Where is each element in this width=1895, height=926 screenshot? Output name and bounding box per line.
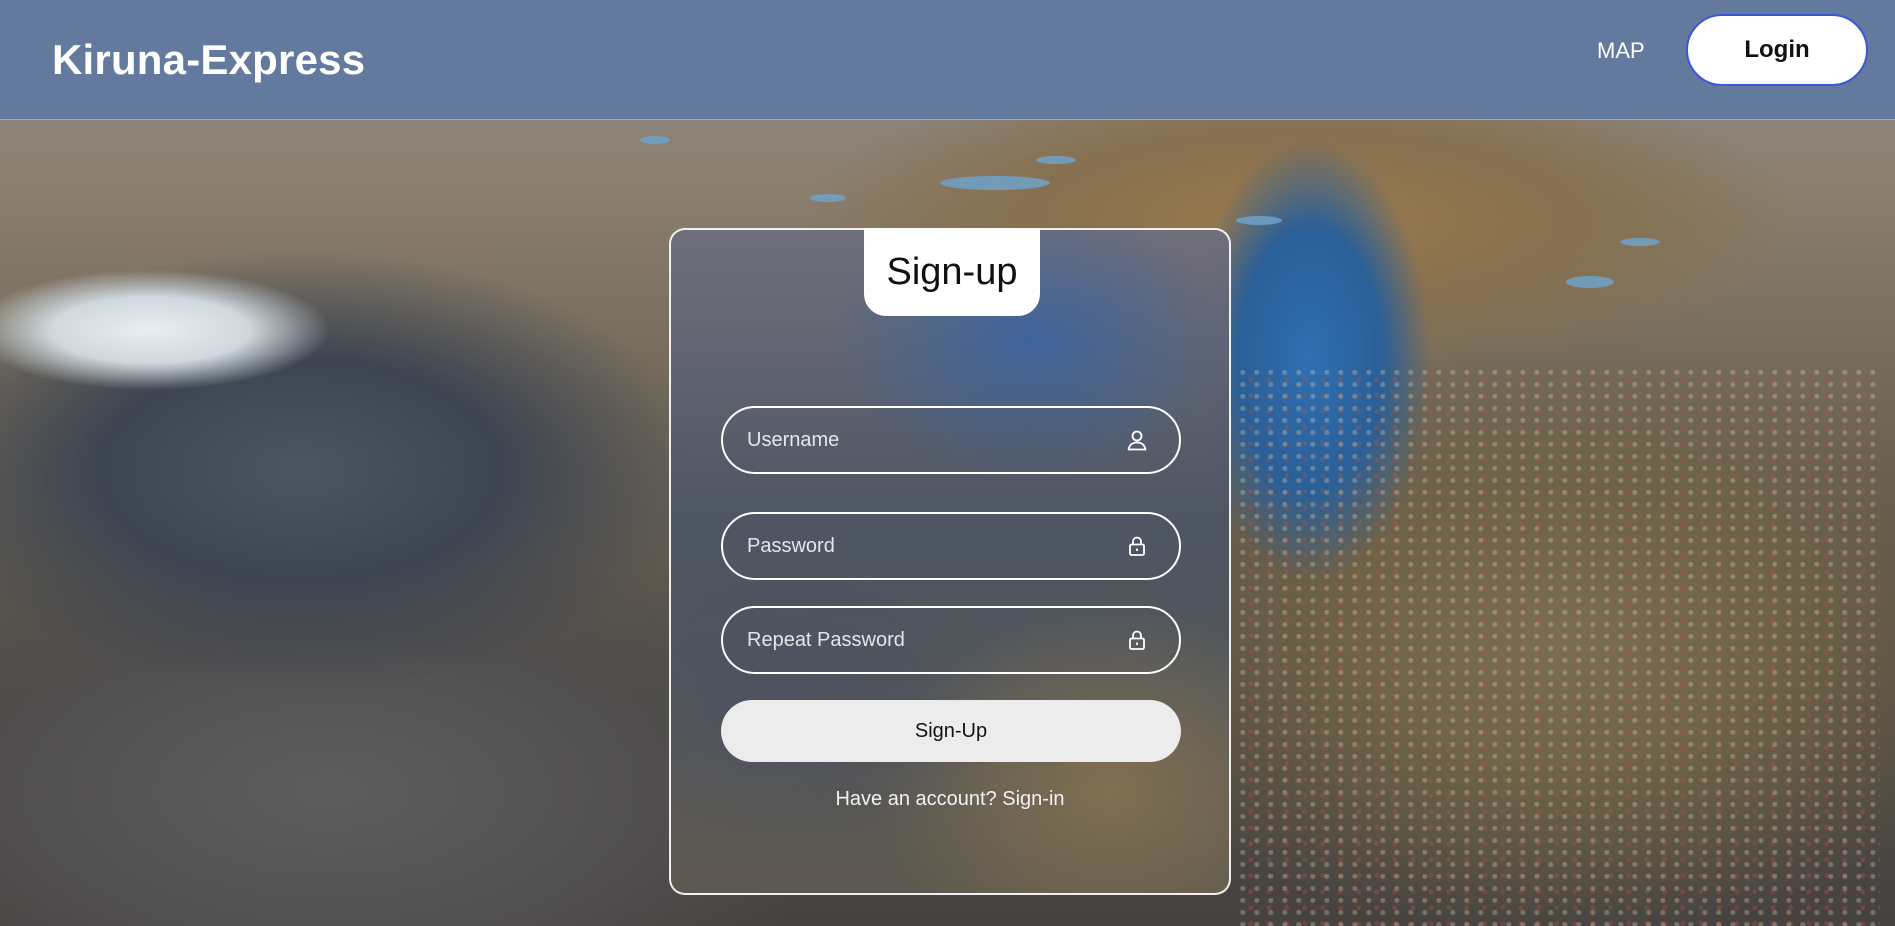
lake [640,136,670,144]
lake [810,194,846,202]
signin-prompt: Have an account? Sign-in [671,788,1229,811]
signup-submit-button[interactable]: Sign-Up [721,700,1181,762]
town-area [1240,370,1880,926]
signin-link[interactable]: Sign-in [1002,788,1064,810]
username-input[interactable] [723,407,1125,473]
lake [1236,216,1282,225]
signup-title: Sign-up [886,250,1018,293]
signup-card: Sign-up Username Sign-Up Have an account… [669,228,1231,895]
lock-icon [1125,628,1149,652]
repeat-password-field[interactable] [721,606,1181,674]
lake [1036,156,1076,164]
user-icon [1125,428,1149,452]
signup-title-tab: Sign-up [864,228,1040,316]
password-field[interactable] [721,512,1181,580]
lake [940,176,1050,190]
lake [1620,238,1660,246]
lock-icon [1125,534,1149,558]
login-button[interactable]: Login [1686,14,1868,86]
lake [1566,276,1614,288]
repeat-password-input[interactable] [723,607,1125,673]
nav-map-link[interactable]: MAP [1597,38,1645,64]
brand-title[interactable]: Kiruna-Express [52,36,365,84]
top-navbar: Kiruna-Express MAP Login [0,0,1895,120]
password-input[interactable] [723,513,1125,579]
account-prompt-text: Have an account? [835,788,997,810]
signup-page: Kiruna-Express MAP Login Sign-up Usernam… [0,0,1895,926]
username-field[interactable] [721,406,1181,474]
